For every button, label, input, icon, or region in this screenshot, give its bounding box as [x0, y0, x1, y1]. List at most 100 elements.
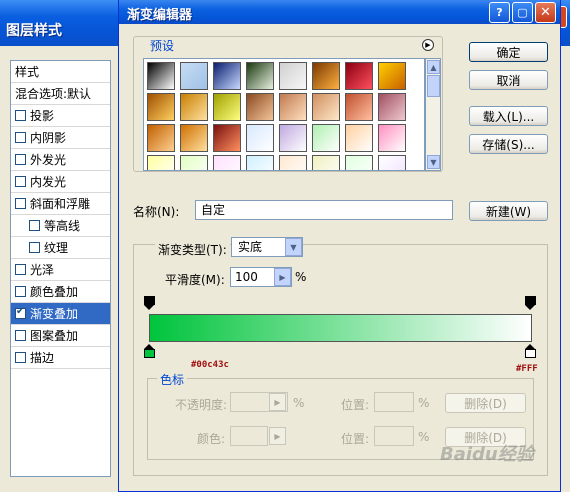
preset-swatch[interactable]	[213, 124, 241, 152]
maximize-icon[interactable]: ▢	[512, 2, 533, 23]
style-item-label: 混合选项:默认	[15, 87, 92, 101]
style-checkbox[interactable]	[15, 264, 26, 275]
opacity-stop-right[interactable]	[525, 296, 536, 310]
gradient-editor-window: 渐变编辑器 ? ▢ ✕ 预设 ▶ ▲ ▼ 确定 取消 载入(L)... 存储(S…	[118, 0, 561, 492]
style-checkbox[interactable]	[15, 330, 26, 341]
preset-swatch[interactable]	[312, 93, 340, 121]
style-item-label: 内阴影	[30, 131, 67, 145]
preset-swatch[interactable]	[312, 124, 340, 152]
style-checkbox[interactable]	[15, 176, 26, 187]
preset-swatch[interactable]	[246, 124, 274, 152]
style-item[interactable]: 混合选项:默认	[11, 83, 110, 105]
style-item-label: 投影	[30, 109, 55, 123]
gradient-preview-bar[interactable]	[149, 314, 532, 342]
preset-swatch[interactable]	[279, 124, 307, 152]
scroll-down-icon[interactable]: ▼	[427, 155, 440, 169]
preset-swatch[interactable]	[147, 62, 175, 90]
smoothness-unit: %	[295, 270, 307, 284]
preset-swatch[interactable]	[180, 62, 208, 90]
preset-swatch[interactable]	[246, 93, 274, 121]
style-item[interactable]: 斜面和浮雕	[11, 193, 110, 215]
opacity-label: 不透明度:	[175, 398, 228, 412]
preset-swatch[interactable]	[378, 155, 406, 170]
watermark: Baidu经验	[440, 444, 534, 465]
color-menu-icon[interactable]: ▶	[269, 427, 286, 445]
preset-swatch[interactable]	[345, 124, 373, 152]
preset-swatch[interactable]	[312, 155, 340, 170]
style-item[interactable]: 描边	[11, 347, 110, 369]
style-item[interactable]: 外发光	[11, 149, 110, 171]
preset-swatch[interactable]	[147, 93, 175, 121]
preset-swatch[interactable]	[147, 124, 175, 152]
close-icon[interactable]: ✕	[535, 2, 556, 23]
style-item[interactable]: 渐变叠加	[11, 303, 110, 325]
style-checkbox[interactable]	[29, 220, 40, 231]
preset-swatch[interactable]	[180, 93, 208, 121]
opacity-step-icon[interactable]: ▶	[269, 393, 286, 411]
style-checkbox[interactable]	[15, 132, 26, 143]
new-button[interactable]: 新建(W)	[469, 201, 548, 221]
opacity-position-field[interactable]	[374, 392, 414, 412]
style-checkbox[interactable]	[15, 110, 26, 121]
style-item[interactable]: 内阴影	[11, 127, 110, 149]
preset-swatch[interactable]	[213, 62, 241, 90]
preset-swatch[interactable]	[246, 155, 274, 170]
opacity-stop-left[interactable]	[144, 296, 155, 310]
preset-swatch[interactable]	[345, 93, 373, 121]
color-stop-left[interactable]	[144, 344, 155, 358]
style-item[interactable]: 等高线	[11, 215, 110, 237]
preset-swatch[interactable]	[213, 93, 241, 121]
dropdown-arrow-icon[interactable]: ▼	[285, 238, 302, 256]
style-checkbox[interactable]	[15, 306, 26, 319]
style-checkbox[interactable]	[29, 242, 40, 253]
scroll-up-icon[interactable]: ▲	[427, 60, 440, 74]
preset-swatch[interactable]	[312, 62, 340, 90]
preset-scrollbar[interactable]: ▲ ▼	[425, 58, 441, 171]
step-arrow-icon[interactable]: ▶	[274, 268, 291, 286]
color-stops-label: 色标	[157, 371, 188, 388]
style-checkbox[interactable]	[15, 286, 26, 297]
cancel-button[interactable]: 取消	[469, 70, 548, 90]
style-checkbox[interactable]	[15, 352, 26, 363]
layer-style-title: 图层样式	[6, 23, 62, 39]
preset-swatch[interactable]	[213, 155, 241, 170]
style-checkbox[interactable]	[15, 154, 26, 165]
style-item[interactable]: 内发光	[11, 171, 110, 193]
preset-swatch[interactable]	[345, 62, 373, 90]
style-item[interactable]: 投影	[11, 105, 110, 127]
style-item-label: 斜面和浮雕	[30, 197, 91, 211]
color-position-field[interactable]	[374, 426, 414, 446]
save-button[interactable]: 存储(S)...	[469, 134, 548, 154]
style-item[interactable]: 纹理	[11, 237, 110, 259]
preset-swatch[interactable]	[378, 93, 406, 121]
opacity-unit: %	[293, 396, 305, 410]
preset-swatch[interactable]	[180, 124, 208, 152]
help-icon[interactable]: ?	[489, 2, 510, 23]
ok-button[interactable]: 确定	[469, 42, 548, 62]
gradient-type-label: 渐变类型(T):	[155, 241, 230, 258]
style-item-label: 外发光	[30, 153, 67, 167]
name-field[interactable]: 自定	[195, 200, 453, 220]
preset-swatch[interactable]	[378, 124, 406, 152]
menu-arrow-icon[interactable]: ▶	[422, 39, 434, 51]
preset-swatch[interactable]	[279, 93, 307, 121]
preset-swatch[interactable]	[279, 155, 307, 170]
end-color-hex: #FFF	[516, 364, 538, 374]
preset-swatch[interactable]	[279, 62, 307, 90]
styles-header[interactable]: 样式	[11, 61, 110, 83]
load-button[interactable]: 载入(L)...	[469, 106, 548, 126]
preset-swatch[interactable]	[378, 62, 406, 90]
preset-swatch[interactable]	[180, 155, 208, 170]
style-item[interactable]: 光泽	[11, 259, 110, 281]
preset-swatch[interactable]	[345, 155, 373, 170]
style-item[interactable]: 颜色叠加	[11, 281, 110, 303]
color-stop-right[interactable]	[525, 344, 536, 358]
delete-opacity-stop-button[interactable]: 删除(D)	[445, 393, 526, 413]
style-checkbox[interactable]	[15, 198, 26, 209]
color-swatch-field[interactable]	[230, 426, 268, 446]
preset-swatch[interactable]	[147, 155, 175, 170]
preset-swatch[interactable]	[246, 62, 274, 90]
color-position-label: 位置:	[341, 432, 370, 446]
scroll-thumb[interactable]	[427, 75, 440, 97]
style-item[interactable]: 图案叠加	[11, 325, 110, 347]
